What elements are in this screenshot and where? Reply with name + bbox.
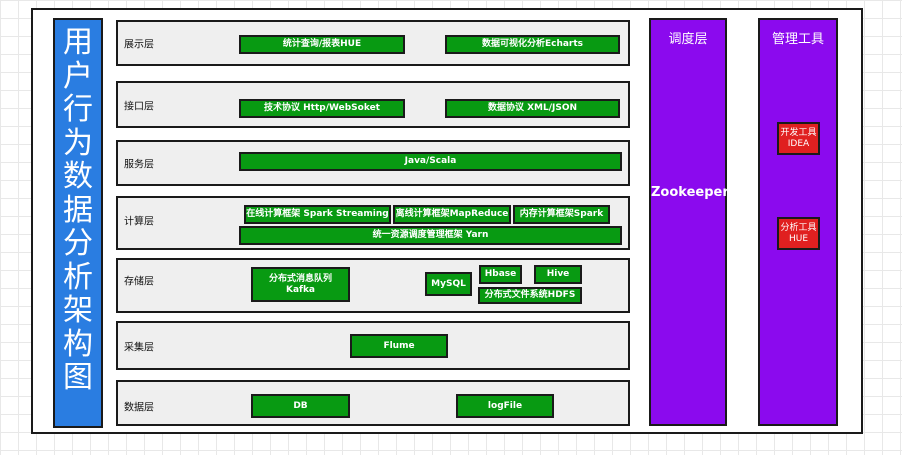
tools-title: 管理工具 bbox=[771, 32, 824, 47]
component-hue-report: 统计查询/报表HUE bbox=[239, 35, 405, 54]
component-tech-protocol: 技术协议 Http/WebSoket bbox=[239, 99, 405, 118]
tool-idea: 开发工具 IDEA bbox=[777, 122, 820, 155]
layer-data: 数据层 DB logFile bbox=[116, 380, 630, 426]
scheduler-title: 调度层 bbox=[668, 32, 708, 47]
diagram-title: 用户行为数据分析架构图 bbox=[53, 18, 103, 428]
layer-compute: 计算层 在线计算框架 Spark Streaming 离线计算框架MapRedu… bbox=[116, 196, 630, 250]
component-echarts: 数据可视化分析Echarts bbox=[445, 35, 620, 54]
layer-display: 展示层 统计查询/报表HUE 数据可视化分析Echarts bbox=[116, 20, 630, 66]
layer-label-service: 服务层 bbox=[124, 159, 154, 171]
layer-label-storage: 存储层 bbox=[124, 276, 154, 288]
component-kafka: 分布式消息队列 Kafka bbox=[251, 267, 350, 302]
component-yarn: 统一资源调度管理框架 Yarn bbox=[239, 226, 622, 245]
scheduler-column: 调度层 Zookeeper bbox=[649, 18, 729, 426]
layer-api: 接口层 技术协议 Http/WebSoket 数据协议 XML/JSON bbox=[116, 81, 630, 128]
component-db: DB bbox=[251, 394, 350, 418]
component-mapreduce: 离线计算框架MapReduce bbox=[393, 205, 511, 224]
layer-label-display: 展示层 bbox=[124, 39, 154, 51]
component-flume: Flume bbox=[350, 334, 448, 358]
component-spark: 内存计算框架Spark bbox=[513, 205, 610, 224]
component-mysql: MySQL bbox=[425, 272, 472, 296]
component-data-protocol: 数据协议 XML/JSON bbox=[445, 99, 620, 118]
tool-hue: 分析工具 HUE bbox=[777, 217, 820, 250]
component-spark-streaming: 在线计算框架 Spark Streaming bbox=[244, 205, 391, 224]
zookeeper-label: Zookeeper bbox=[651, 185, 729, 200]
layer-label-data: 数据层 bbox=[124, 402, 154, 414]
layer-storage: 存储层 分布式消息队列 Kafka MySQL Hbase Hive 分布式文件… bbox=[116, 258, 630, 313]
layer-label-api: 接口层 bbox=[124, 101, 154, 113]
component-java-scala: Java/Scala bbox=[239, 152, 622, 171]
layer-collect: 采集层 Flume bbox=[116, 321, 630, 370]
layer-service: 服务层 Java/Scala bbox=[116, 140, 630, 186]
component-logfile: logFile bbox=[456, 394, 554, 418]
layer-label-compute: 计算层 bbox=[124, 216, 154, 228]
layer-label-collect: 采集层 bbox=[124, 342, 154, 354]
component-hbase: Hbase bbox=[479, 265, 522, 284]
component-hdfs: 分布式文件系统HDFS bbox=[478, 287, 582, 304]
component-hive: Hive bbox=[534, 265, 582, 284]
tools-column: 管理工具 开发工具 IDEA 分析工具 HUE bbox=[758, 18, 838, 426]
